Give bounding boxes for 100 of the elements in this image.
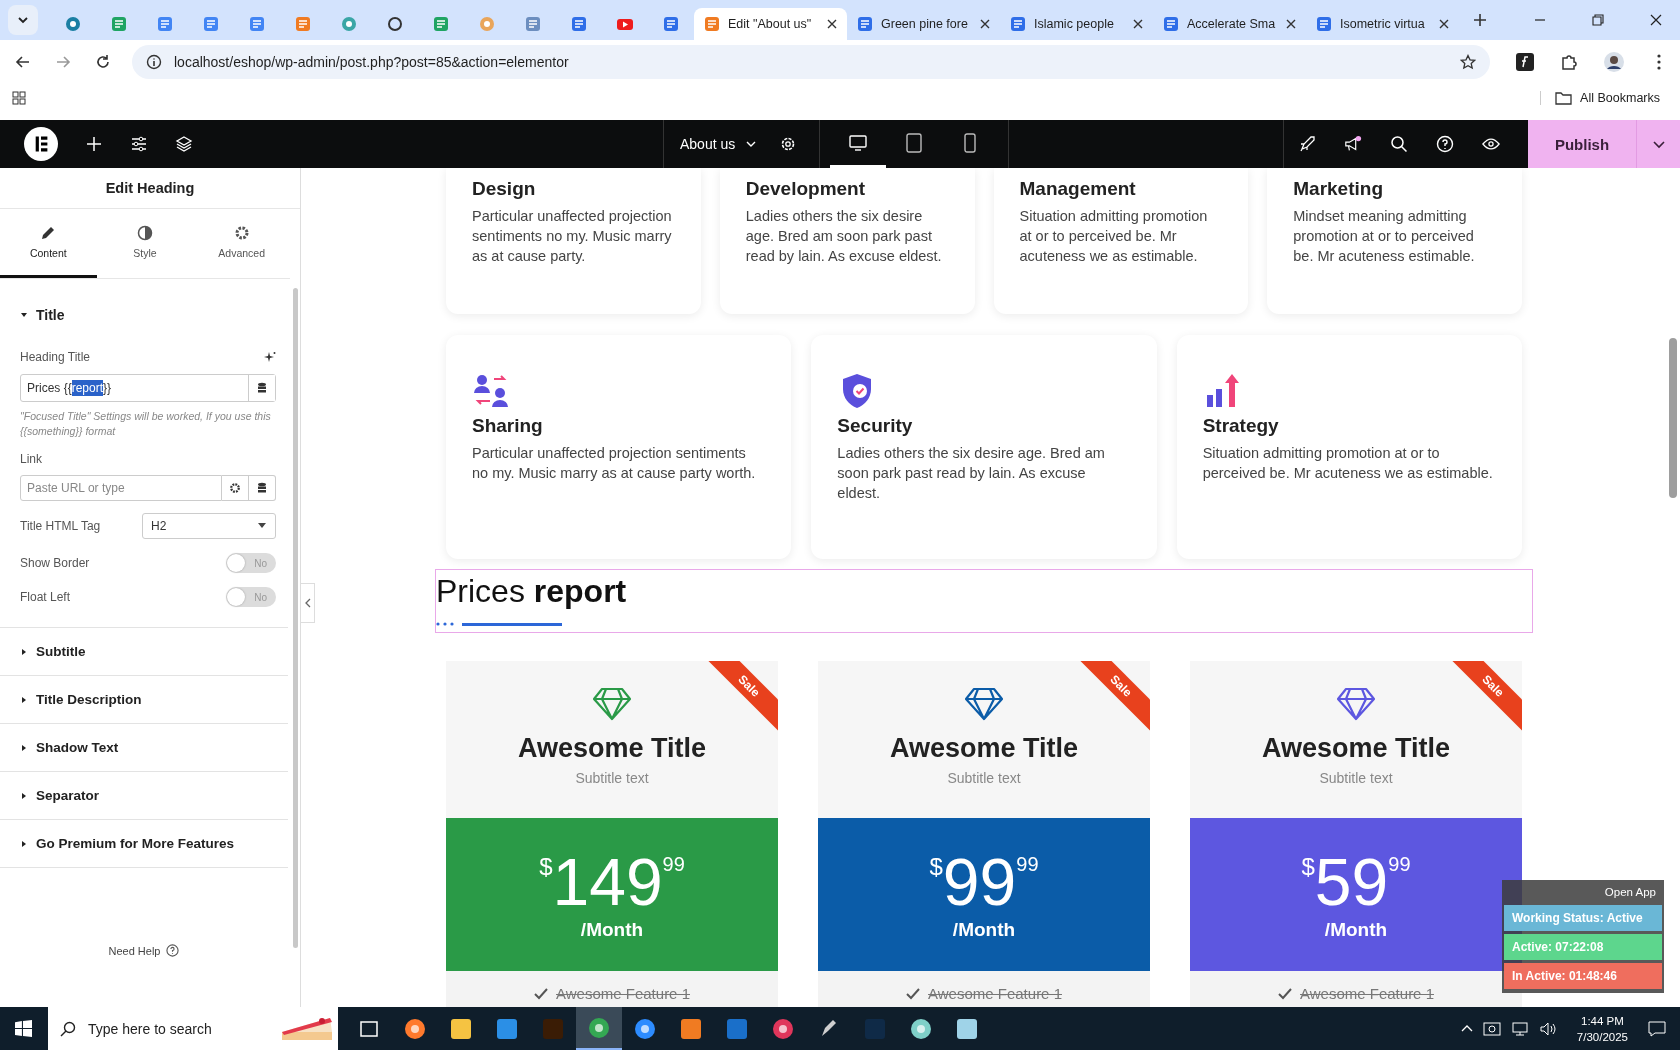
open-app-link[interactable]: Open App <box>1504 886 1662 902</box>
forward-icon[interactable] <box>55 54 71 70</box>
browser-tab[interactable]: Accelerate Sma <box>1153 8 1306 40</box>
extension-logo-icon[interactable] <box>1516 53 1534 71</box>
start-icon[interactable] <box>15 1020 32 1037</box>
selected-heading-widget[interactable]: Prices report <box>435 569 1533 633</box>
section-header[interactable]: Go Premium for More Features <box>0 820 288 869</box>
html-tag-select[interactable]: H2 <box>142 513 276 540</box>
star-icon[interactable] <box>1460 54 1476 70</box>
search-icon[interactable] <box>1390 135 1408 153</box>
currency-symbol: $ <box>539 852 553 881</box>
check-icon <box>906 987 920 1000</box>
caret-icon <box>20 791 28 800</box>
price-period: /Month <box>1324 918 1388 941</box>
clock-time[interactable]: 1:44 PM <box>1581 1012 1624 1029</box>
section-header[interactable]: Subtitle <box>0 628 288 677</box>
reload-icon[interactable] <box>95 54 111 70</box>
folder-icon <box>449 1016 473 1041</box>
plan-subtitle: Subtitle text <box>947 770 1021 786</box>
mobile-icon <box>964 132 977 153</box>
feature-title: Security <box>837 415 914 437</box>
add-icon[interactable] <box>85 135 103 153</box>
chevron-icon <box>17 14 29 26</box>
section-header[interactable]: Title Description <box>0 676 288 725</box>
plan-feature: Awesome Feature 1 <box>928 985 1062 1002</box>
feature-text: Mindset meaning admitting promotion at or to perceived be. Mr acuteness estimable. <box>1293 207 1476 266</box>
close-icon[interactable] <box>827 19 837 29</box>
feature-text: Ladies others the six desire age. Bred am soon park past read by lain. As excuse eldest. <box>745 207 943 266</box>
sliders-icon[interactable] <box>130 135 148 153</box>
panel-tab[interactable]: Content <box>0 209 97 278</box>
price-period: /Month <box>580 918 644 941</box>
megaphone-icon[interactable] <box>1344 135 1362 153</box>
feature-text: Situation admitting promotion at or to perceived be. Mr acuteness we as estimable. <box>1202 444 1494 483</box>
close-icon[interactable] <box>1650 14 1662 26</box>
back-icon[interactable] <box>15 54 31 70</box>
panel-tab[interactable]: Style <box>96 209 194 278</box>
help-link[interactable]: Need Help <box>108 944 180 958</box>
search-icon <box>60 1020 76 1037</box>
check-icon <box>534 987 548 1000</box>
browser-tab[interactable]: Islamic people <box>1000 8 1153 40</box>
check-icon <box>1278 987 1292 1000</box>
avatar-icon[interactable] <box>1604 52 1624 72</box>
sparkle-icon[interactable] <box>264 351 276 363</box>
diamond-icon <box>1336 687 1376 721</box>
editor-logo-icon[interactable] <box>24 127 58 161</box>
feature-text: Situation admitting promotion at or to perceived be. Mr acuteness we as estimable. <box>1019 207 1209 266</box>
section-header[interactable]: Separator <box>0 772 288 821</box>
page-selector[interactable]: About us <box>664 136 774 152</box>
plan-title: Awesome Title <box>1261 733 1451 764</box>
rocket-icon[interactable] <box>1298 135 1316 153</box>
link-field[interactable]: Paste URL or type <box>20 475 222 502</box>
preview-eye-icon[interactable] <box>1482 135 1500 153</box>
spreadsheet-icon <box>111 16 127 32</box>
close-icon[interactable] <box>1286 19 1296 29</box>
spreadsheet-icon <box>433 16 449 32</box>
feature-title: Design <box>472 178 537 200</box>
document-icon <box>203 16 219 32</box>
plan-feature: Awesome Feature 1 <box>1300 985 1434 1002</box>
new-tab-icon[interactable] <box>1473 13 1487 27</box>
network-icon[interactable] <box>1510 1020 1529 1037</box>
chevron-left-icon <box>304 598 311 608</box>
apps-grid-icon[interactable] <box>12 91 26 105</box>
tray-app-icon[interactable] <box>1482 1020 1501 1037</box>
publish-button[interactable]: Publish <box>1528 120 1636 168</box>
close-icon[interactable] <box>980 19 990 29</box>
browser-tab[interactable]: Isometric virtua <box>1306 8 1459 40</box>
hint-text: "Focused Title" Settings will be worked, If you use this {{something}} format <box>20 409 272 439</box>
browser-tab[interactable]: Green pine fore <box>847 8 1000 40</box>
contrast-icon <box>137 225 153 241</box>
close-icon[interactable] <box>1439 19 1449 29</box>
dynamic-tags-button[interactable] <box>249 475 276 502</box>
folder-icon <box>1555 91 1573 105</box>
help-icon[interactable] <box>1436 135 1454 153</box>
browser-tab[interactable]: Edit "About us" <box>694 8 847 40</box>
volume-icon[interactable] <box>1538 1020 1557 1037</box>
currency-symbol: $ <box>1301 852 1315 880</box>
section-header[interactable]: Shadow Text <box>0 724 288 773</box>
browser-icon <box>587 1015 611 1040</box>
close-icon[interactable] <box>1133 19 1143 29</box>
notification-icon[interactable] <box>1648 1019 1666 1038</box>
caret-icon <box>20 310 28 319</box>
panel-title: Edit Heading <box>0 168 300 209</box>
puzzle-icon[interactable] <box>1560 53 1578 71</box>
all-bookmarks-button[interactable]: All Bookmarks <box>1540 91 1668 105</box>
taskbar-search-box[interactable]: Type here to search <box>48 1007 338 1050</box>
info-icon[interactable] <box>146 54 162 70</box>
address-bar[interactable]: localhost/eshop/wp-admin/post.php?post=85&action=elementor <box>132 45 1490 79</box>
price-cents: 99 <box>1388 852 1411 876</box>
panel-tab[interactable]: Advanced <box>193 209 290 278</box>
help-icon <box>166 944 180 958</box>
field-label: Heading Title <box>20 350 91 364</box>
tablet-icon <box>906 132 923 153</box>
section-header[interactable]: Title <box>0 291 288 338</box>
scrollbar-thumb[interactable] <box>1669 338 1677 498</box>
layers-icon[interactable] <box>175 135 193 153</box>
gear-icon <box>233 225 250 241</box>
link-settings-button[interactable] <box>222 475 249 502</box>
tab-list-button[interactable] <box>8 5 38 35</box>
restore-icon[interactable] <box>1592 14 1604 26</box>
clock-date[interactable]: 7/30/2025 <box>1576 1028 1628 1045</box>
